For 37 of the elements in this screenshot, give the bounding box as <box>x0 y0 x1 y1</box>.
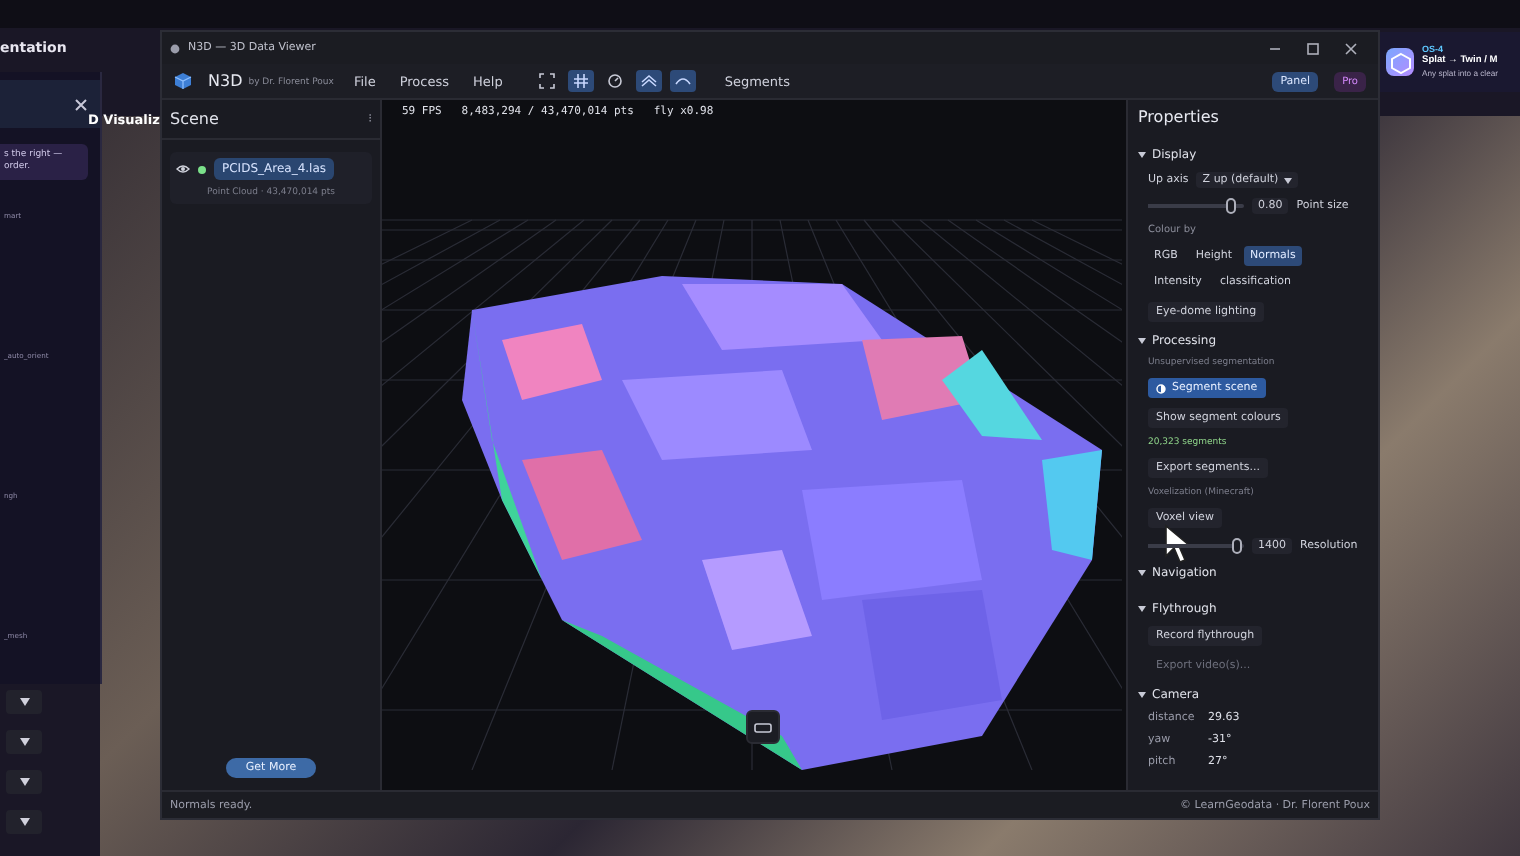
caret-icon[interactable] <box>1138 692 1146 698</box>
app-icon <box>170 43 180 53</box>
panel-title: Scene <box>170 110 219 128</box>
panel-title: Properties <box>1138 106 1221 130</box>
caret-icon <box>1284 177 1293 183</box>
caret-icon <box>19 698 29 706</box>
toolbar-button[interactable] <box>534 70 561 92</box>
caret-icon <box>19 738 29 746</box>
close-icon[interactable] <box>1344 41 1358 55</box>
cube-logo-icon <box>174 72 192 90</box>
toolbar-button[interactable] <box>568 70 595 92</box>
view-toggle-button[interactable] <box>746 710 780 744</box>
maximize-icon[interactable] <box>1306 41 1320 55</box>
dropdown-button[interactable] <box>6 770 42 794</box>
caret-icon[interactable] <box>1138 338 1146 344</box>
chevrons-icon <box>640 72 659 90</box>
app-name: N3D <box>208 72 243 90</box>
dropdown-button[interactable] <box>6 810 42 834</box>
toolbar-button[interactable] <box>670 70 697 92</box>
rectangle-icon <box>754 721 772 733</box>
grid-icon <box>572 72 591 90</box>
caret-icon[interactable] <box>1138 570 1146 576</box>
caret-icon <box>19 818 29 826</box>
caret-icon <box>19 778 29 786</box>
caret-icon[interactable] <box>1138 152 1146 158</box>
arc-icon <box>674 72 693 90</box>
frame-icon <box>538 72 557 90</box>
slider-thumb[interactable] <box>1232 537 1243 553</box>
half-circle-icon <box>1156 383 1166 393</box>
eye-icon[interactable] <box>176 164 190 174</box>
caret-icon[interactable] <box>1138 606 1146 612</box>
slider-thumb[interactable] <box>1225 197 1236 213</box>
toolbar-button[interactable] <box>636 70 663 92</box>
close-icon[interactable] <box>74 97 88 111</box>
orbit-icon <box>606 72 625 90</box>
dropdown-button[interactable] <box>6 730 42 754</box>
dropdown-button[interactable] <box>6 690 42 714</box>
